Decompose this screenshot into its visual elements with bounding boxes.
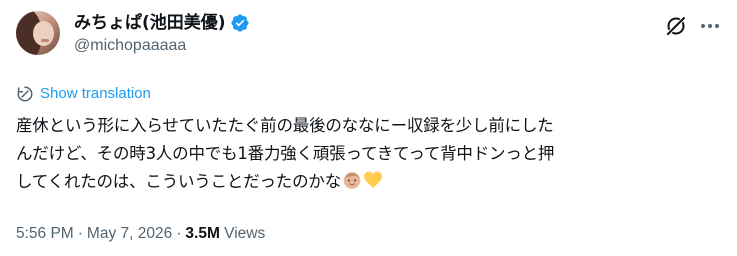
tweet-date[interactable]: May 7, 2026 bbox=[87, 225, 172, 242]
meta-separator: · bbox=[176, 225, 182, 242]
display-name[interactable]: みちょぱ(池田美優) bbox=[74, 13, 226, 33]
more-options-icon[interactable] bbox=[698, 14, 722, 38]
tweet-text: 産休という形に入らせていたたぐ前の最後のななにー収録を少し前にした んだけど、そ… bbox=[16, 112, 721, 196]
tweet-metadata: 5:56 PM · May 7, 2026 · 3.5M Views bbox=[16, 224, 265, 244]
tweet-time[interactable]: 5:56 PM bbox=[16, 225, 74, 242]
views-count: 3.5M bbox=[185, 225, 220, 242]
tweet-text-line-last: してくれたのは、こういうことだったのかな bbox=[16, 168, 721, 196]
show-translation-link[interactable]: Show translation bbox=[16, 84, 151, 104]
meta-separator: · bbox=[77, 225, 83, 242]
author-handle[interactable]: @michopaaaaa bbox=[74, 36, 186, 56]
grok-icon[interactable] bbox=[664, 14, 688, 38]
tweet-text-line: 産休という形に入らせていたたぐ前の最後のななにー収録を少し前にした bbox=[16, 116, 554, 135]
more-dot bbox=[708, 24, 712, 28]
show-translation-label: Show translation bbox=[40, 85, 151, 102]
views-label: Views bbox=[224, 225, 266, 242]
avatar-lips bbox=[41, 39, 49, 42]
verified-badge-icon bbox=[231, 14, 249, 32]
author-name-row: みちょぱ(池田美優) bbox=[74, 13, 250, 33]
more-dot bbox=[715, 24, 719, 28]
yellow-heart-emoji bbox=[364, 171, 382, 188]
tweet-text-line: んだけど、その時3人の中でも1番力強く頑張ってきてって背中ドンっと押 bbox=[16, 144, 555, 163]
baby-emoji bbox=[343, 172, 361, 189]
tweet-text-fragment: してくれたのは、こういうことだったのかな bbox=[16, 172, 342, 191]
avatar-face bbox=[33, 21, 54, 46]
avatar[interactable] bbox=[16, 11, 60, 55]
translate-icon bbox=[17, 86, 33, 102]
more-dot bbox=[701, 24, 705, 28]
